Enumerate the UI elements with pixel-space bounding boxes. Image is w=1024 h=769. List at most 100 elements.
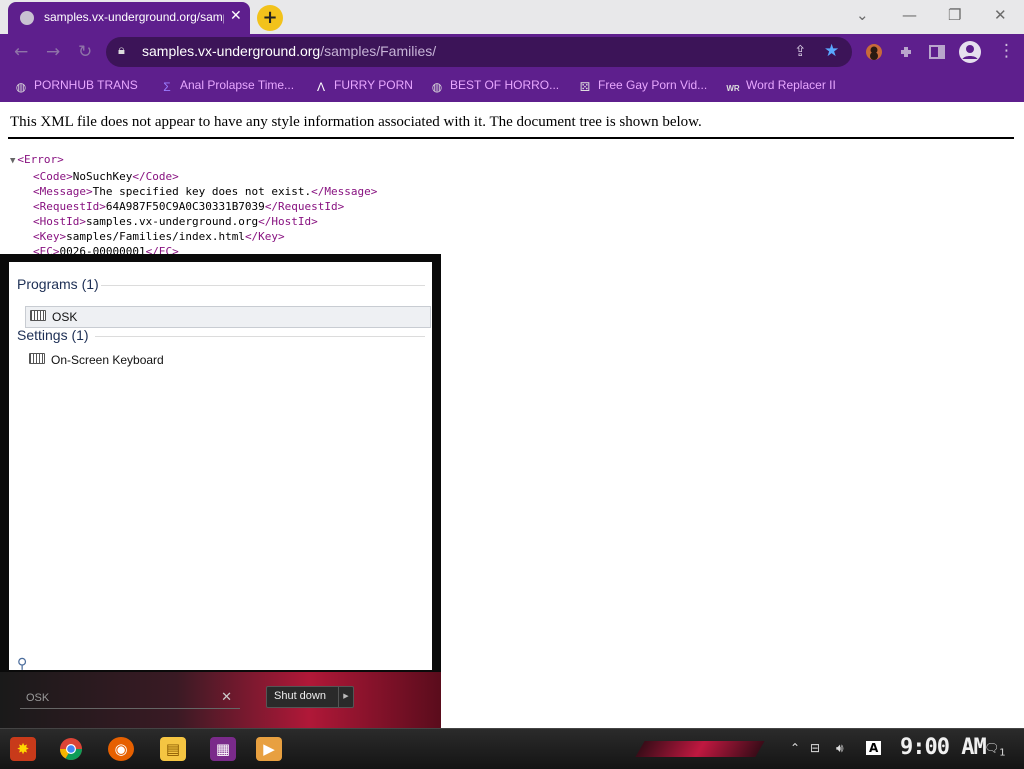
xml-tag: </Message> <box>311 185 378 198</box>
wr-icon: WR <box>726 84 740 93</box>
bookmark-label: FURRY PORN <box>334 78 413 92</box>
firefox-icon[interactable]: ◉ <box>108 737 134 761</box>
start-search-input[interactable]: OSK ✕ <box>20 690 240 709</box>
taskbar-clock[interactable]: 9:00 AM <box>900 735 987 760</box>
bookmark-1[interactable]: ◍ PORNHUB TRANS <box>14 78 138 94</box>
shutdown-button[interactable]: Shut down ▶ <box>266 686 354 708</box>
bookmark-label: Anal Prolapse Time... <box>180 78 295 92</box>
start-menu: Programs (1) OSK Settings (1) On-Screen … <box>0 254 441 728</box>
bookmark-3[interactable]: Λ FURRY PORN <box>314 78 413 94</box>
xml-text: The specified key does not exist. <box>92 185 312 198</box>
bookmark-5[interactable]: ⚄ Free Gay Porn Vid... <box>578 78 707 94</box>
xml-tag: <HostId> <box>33 215 86 228</box>
action-center-icon[interactable]: 🗨︎1 <box>984 741 1006 758</box>
xml-line: <Key>samples/Families/index.html</Key> <box>10 229 377 244</box>
bookmark-6[interactable]: WR Word Replacer II <box>726 78 836 98</box>
xml-tag: <Error> <box>17 153 64 166</box>
input-language-icon[interactable]: A <box>866 741 882 755</box>
divider <box>8 137 1014 139</box>
tab-close-button[interactable]: ✕ <box>230 8 242 24</box>
url-host: samples.vx-underground.org <box>142 43 321 59</box>
settings-result-on-screen-keyboard[interactable]: On-Screen Keyboard <box>29 353 164 367</box>
xml-line: <HostId>samples.vx-underground.org</Host… <box>10 214 377 229</box>
winrar-icon[interactable]: ▦ <box>210 737 236 761</box>
bookmark-label: Free Gay Porn Vid... <box>598 78 708 92</box>
xml-text: NoSuchKey <box>72 170 133 183</box>
program-result-label: OSK <box>30 310 77 324</box>
new-tab-button[interactable]: + <box>257 5 283 31</box>
volume-icon[interactable]: 🔊︎ <box>836 741 844 756</box>
xml-tag: </RequestId> <box>264 200 345 213</box>
browser-toolbar: ← → ↻ 🔒︎ samples.vx-underground.org/samp… <box>0 34 1024 70</box>
kebab-menu-icon[interactable]: ⋮ <box>998 41 1015 61</box>
notification-count-badge: 1 <box>999 747 1006 759</box>
bookmarks-bar: ◍ PORNHUB TRANS Σ Anal Prolapse Time... ΛF… <box>0 70 1024 102</box>
lambda-icon: Λ <box>316 80 325 94</box>
globe-icon <box>20 11 34 25</box>
xml-text: 64A987F50C9A0C30331B7039 <box>105 200 265 213</box>
profile-icon[interactable] <box>958 40 982 64</box>
shutdown-label: Shut down <box>274 690 326 702</box>
address-bar[interactable]: 🔒︎ samples.vx-underground.org/samples/Fa… <box>106 37 852 67</box>
lock-icon[interactable]: 🔒︎ <box>118 43 125 58</box>
bookmark-2[interactable]: Σ Anal Prolapse Time... <box>160 78 294 94</box>
settings-header: Settings (1) <box>17 327 89 343</box>
globe-icon: ◍ <box>431 80 443 94</box>
network-icon[interactable]: ⊟ <box>810 741 820 755</box>
browser-tab[interactable]: samples.vx-underground.org/samples/Famil… <box>8 2 250 34</box>
xml-tag: <RequestId> <box>33 200 106 213</box>
search-input-value: OSK <box>26 692 50 704</box>
xml-text: samples/Families/index.html <box>66 230 245 243</box>
restore-button[interactable]: ❐ <box>948 6 961 24</box>
tab-title: samples.vx-underground.org/samples/Famil… <box>44 10 224 24</box>
search-icon[interactable]: ⚲ <box>17 656 27 672</box>
clear-search-button[interactable]: ✕ <box>221 690 232 705</box>
globe-icon: ◍ <box>15 80 27 94</box>
xml-tag: </Key> <box>244 230 285 243</box>
url-path: /samples/Families/ <box>320 43 437 59</box>
program-result-osk[interactable]: OSK <box>25 306 431 328</box>
extensions-puzzle-icon[interactable] <box>898 43 916 61</box>
keyboard-icon <box>30 310 46 321</box>
search-results-pane: Programs (1) OSK Settings (1) On-Screen … <box>9 262 432 672</box>
bookmark-4[interactable]: ◍ BEST OF HORRO... <box>430 78 559 94</box>
url-text: samples.vx-underground.org/samples/Famil… <box>142 43 436 59</box>
collapse-triangle-icon[interactable]: ▼ <box>10 156 15 166</box>
xml-line: <Message>The specified key does not exis… <box>10 184 377 199</box>
xml-line: <Code>NoSuchKey</Code> <box>10 169 377 184</box>
shutdown-options-arrow[interactable]: ▶ <box>338 687 353 707</box>
back-arrow-icon[interactable]: ← <box>14 42 28 62</box>
bookmark-label: BEST OF HORRO... <box>450 78 560 92</box>
xml-tag: </Code> <box>132 170 179 183</box>
show-hidden-icons-icon[interactable]: ⌃ <box>790 741 800 755</box>
dice-icon: ⚄ <box>579 80 591 94</box>
xml-tag: </HostId> <box>258 215 318 228</box>
xml-root-line[interactable]: ▼ <Error> <box>10 152 377 169</box>
xml-tree: ▼ <Error> <Code>NoSuchKey</Code> <Message… <box>10 152 377 259</box>
share-icon[interactable]: ⇪ <box>794 42 807 60</box>
xml-style-notice: This XML file does not appear to have an… <box>10 114 702 130</box>
reload-icon[interactable]: ↻ <box>78 42 92 62</box>
xml-tag: <Message> <box>33 185 93 198</box>
close-window-button[interactable]: ✕ <box>994 6 1007 24</box>
divider <box>101 285 425 286</box>
tab-strip: samples.vx-underground.org/samples/Famil… <box>0 0 1024 34</box>
programs-header: Programs (1) <box>17 276 99 292</box>
xml-text: samples.vx-underground.org <box>85 215 259 228</box>
profile-avatar-extension-icon[interactable] <box>865 43 883 61</box>
media-player-icon[interactable]: ▶ <box>256 737 282 761</box>
file-explorer-icon[interactable]: ▤ <box>160 737 186 761</box>
start-button-icon[interactable]: ✸ <box>10 737 36 761</box>
settings-result-label: On-Screen Keyboard <box>51 353 164 367</box>
bookmark-label: PORNHUB TRANS <box>34 78 138 92</box>
program-name: OSK <box>52 310 78 324</box>
xml-line: <RequestId>64A987F50C9A0C30331B7039</Req… <box>10 199 377 214</box>
minimize-button[interactable]: — <box>902 6 917 24</box>
side-panel-icon[interactable] <box>928 43 946 61</box>
tab-search-dropdown-button[interactable]: ⌄ <box>856 6 869 24</box>
forward-arrow-icon[interactable]: → <box>46 42 60 62</box>
chrome-icon[interactable] <box>58 737 84 761</box>
bookmark-label: Word Replacer II <box>746 78 836 92</box>
bookmark-star-icon[interactable]: ★ <box>824 41 839 61</box>
taskbar-decoration <box>635 741 765 757</box>
